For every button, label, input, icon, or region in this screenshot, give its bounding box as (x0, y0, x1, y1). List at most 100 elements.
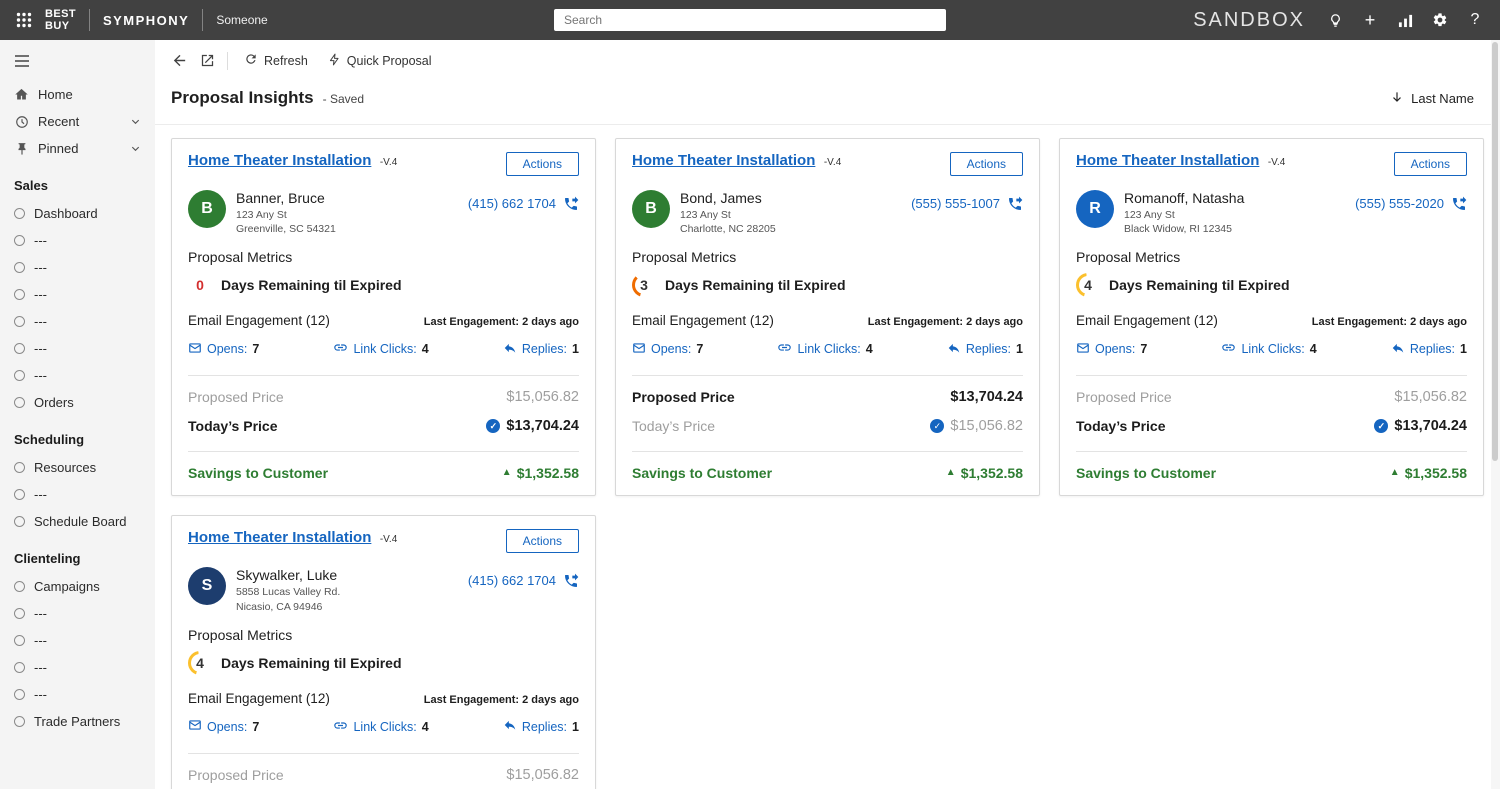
back-button[interactable] (171, 52, 188, 69)
scrollbar-thumb[interactable] (1492, 42, 1498, 461)
circle-icon (14, 397, 25, 408)
sidebar-item-schedule-board[interactable]: Schedule Board (0, 508, 155, 535)
replies-value: 1 (572, 342, 579, 356)
replies-link[interactable]: Replies: (1410, 342, 1455, 356)
sidebar-item-label: --- (34, 633, 47, 648)
app-launcher-icon[interactable] (16, 12, 32, 28)
link-clicks-link[interactable]: Link Clicks: (353, 342, 416, 356)
actions-button[interactable]: Actions (506, 529, 579, 553)
sidebar-item-placeholder[interactable]: --- (0, 308, 155, 335)
open-new-window-icon[interactable] (200, 53, 215, 68)
phone-link[interactable]: (555) 555-2020 (1355, 196, 1444, 211)
sidebar-item-resources[interactable]: Resources (0, 454, 155, 481)
actions-button[interactable]: Actions (506, 152, 579, 176)
proposal-title-link[interactable]: Home Theater Installation (632, 152, 815, 169)
days-remaining-row: 0 Days Remaining til Expired (188, 273, 579, 297)
phone-wrap: (555) 555-1007 (911, 190, 1023, 236)
proposal-title-link[interactable]: Home Theater Installation (1076, 152, 1259, 169)
sidebar-item-placeholder[interactable]: --- (0, 654, 155, 681)
sidebar-item-label: --- (34, 687, 47, 702)
sidebar-item-label: --- (34, 368, 47, 383)
sidebar-item-placeholder[interactable]: --- (0, 254, 155, 281)
lightbulb-icon[interactable] (1326, 10, 1344, 30)
phone-forward-icon[interactable] (563, 196, 579, 217)
actions-button[interactable]: Actions (1394, 152, 1467, 176)
sidebar-item-placeholder[interactable]: --- (0, 481, 155, 508)
sidebar-item-placeholder[interactable]: --- (0, 281, 155, 308)
email-engagement-label: Email Engagement (12) (188, 313, 330, 328)
opens-link[interactable]: Opens: (207, 720, 247, 734)
sidebar-item-placeholder[interactable]: --- (0, 362, 155, 389)
replies-link[interactable]: Replies: (522, 720, 567, 734)
sidebar-item-orders[interactable]: Orders (0, 389, 155, 416)
sidebar-item-placeholder[interactable]: --- (0, 627, 155, 654)
phone-forward-icon[interactable] (1007, 196, 1023, 217)
proposal-title-link[interactable]: Home Theater Installation (188, 152, 371, 169)
proposal-card: Home Theater Installation -V.4 Actions R… (1059, 138, 1484, 496)
user-name[interactable]: Someone (216, 13, 267, 27)
add-icon[interactable]: + (1361, 10, 1379, 30)
sidebar-item-dashboard[interactable]: Dashboard (0, 200, 155, 227)
savings-row: Savings to Customer ▲$1,352.58 (1076, 465, 1467, 481)
sort-label: Last Name (1411, 91, 1474, 106)
replies-link[interactable]: Replies: (966, 342, 1011, 356)
phone-forward-icon[interactable] (563, 573, 579, 594)
savings-up-icon: ▲ (502, 468, 512, 478)
sidebar-item-label: Pinned (38, 141, 78, 156)
sidebar-item-placeholder[interactable]: --- (0, 600, 155, 627)
proposal-metrics-label: Proposal Metrics (1076, 249, 1467, 265)
proposal-cards-grid: Home Theater Installation -V.4 Actions B… (155, 125, 1500, 789)
customer-address-line1: 123 Any St (1124, 208, 1345, 222)
phone-forward-icon[interactable] (1451, 196, 1467, 217)
last-engagement: Last Engagement: 2 days ago (1312, 316, 1467, 328)
avatar: R (1076, 190, 1114, 228)
link-clicks-link[interactable]: Link Clicks: (1241, 342, 1304, 356)
opens-stat: Opens:7 (632, 340, 703, 358)
sidebar-item-placeholder[interactable]: --- (0, 681, 155, 708)
today-price-row: Today’s Price ✓$15,056.82 (632, 418, 1023, 434)
email-engagement-label: Email Engagement (12) (188, 691, 330, 706)
link-clicks-stat: Link Clicks: 4 (333, 340, 428, 358)
today-price-value-wrap: ✓$15,056.82 (930, 418, 1023, 434)
sidebar-item-pinned[interactable]: Pinned (0, 135, 155, 162)
savings-value-wrap: ▲$1,352.58 (946, 465, 1023, 481)
link-clicks-link[interactable]: Link Clicks: (797, 342, 860, 356)
today-price-value-wrap: ✓$13,704.24 (1374, 418, 1467, 434)
sidebar-item-home[interactable]: Home (0, 81, 155, 108)
opens-link[interactable]: Opens: (207, 342, 247, 356)
days-remaining-value: 4 (1084, 277, 1092, 293)
sidebar-item-placeholder[interactable]: --- (0, 227, 155, 254)
opens-link[interactable]: Opens: (651, 342, 691, 356)
sidebar-item-placeholder[interactable]: --- (0, 335, 155, 362)
link-clicks-value: 4 (422, 342, 429, 356)
last-engagement: Last Engagement: 2 days ago (424, 316, 579, 328)
phone-link[interactable]: (555) 555-1007 (911, 196, 1000, 211)
refresh-button[interactable]: Refresh (240, 49, 312, 72)
sidebar-item-label: Campaigns (34, 579, 100, 594)
sort-control[interactable]: Last Name (1390, 90, 1474, 107)
replies-link[interactable]: Replies: (522, 342, 567, 356)
quick-proposal-button[interactable]: Quick Proposal (324, 50, 436, 72)
vertical-scrollbar[interactable] (1491, 40, 1500, 789)
opens-link[interactable]: Opens: (1095, 342, 1135, 356)
clock-icon (14, 115, 29, 129)
actions-button[interactable]: Actions (950, 152, 1023, 176)
customer-address-line2: Black Widow, RI 12345 (1124, 222, 1345, 236)
link-clicks-link[interactable]: Link Clicks: (353, 720, 416, 734)
card-title-wrap: Home Theater Installation -V.4 (188, 529, 397, 547)
proposal-title-link[interactable]: Home Theater Installation (188, 529, 371, 546)
sidebar-item-recent[interactable]: Recent (0, 108, 155, 135)
help-icon[interactable]: ? (1466, 10, 1484, 30)
customer-row: S Skywalker, Luke 5858 Lucas Valley Rd. … (188, 567, 579, 613)
phone-link[interactable]: (415) 662 1704 (468, 573, 556, 588)
signal-icon[interactable] (1396, 10, 1414, 30)
sidebar-item-label: Recent (38, 114, 79, 129)
phone-link[interactable]: (415) 662 1704 (468, 196, 556, 211)
savings-value: $1,352.58 (961, 465, 1023, 481)
sidebar-item-trade-partners[interactable]: Trade Partners (0, 708, 155, 735)
sidebar-item-campaigns[interactable]: Campaigns (0, 573, 155, 600)
menu-icon[interactable] (0, 44, 155, 81)
search-input[interactable] (554, 9, 946, 31)
settings-gear-icon[interactable] (1431, 10, 1449, 30)
sidebar-item-label: --- (34, 606, 47, 621)
